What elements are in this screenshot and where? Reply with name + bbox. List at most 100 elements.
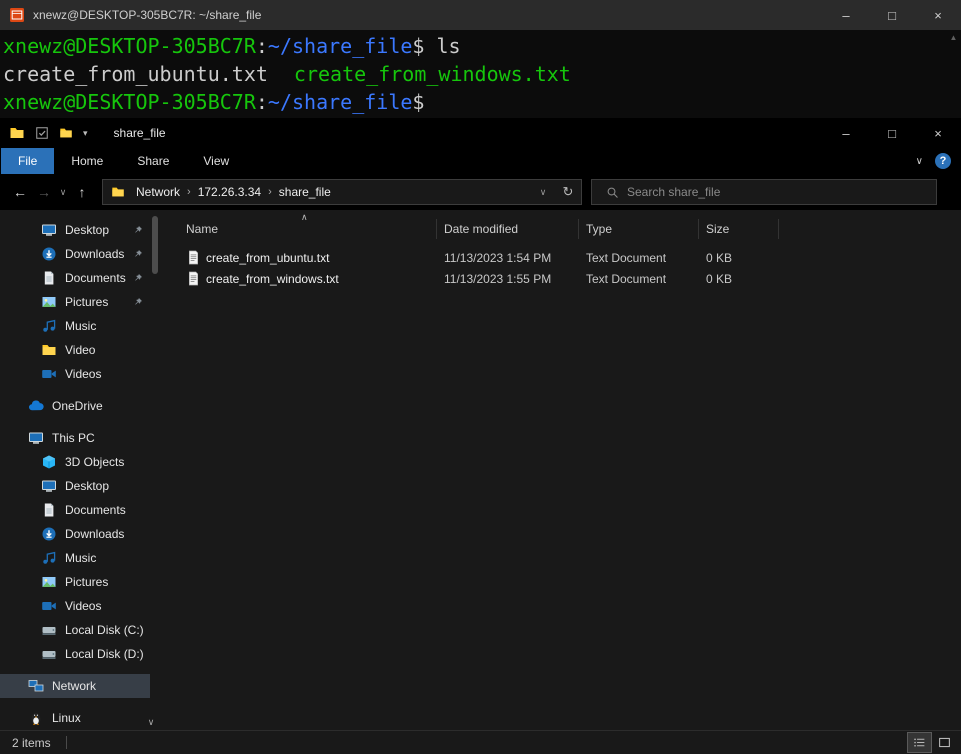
prompt-user-host: xnewz@DESKTOP-305BC7R bbox=[3, 34, 256, 58]
sidebar-item-music[interactable]: Music bbox=[0, 546, 150, 570]
breadcrumb-host[interactable]: 172.26.3.34 bbox=[191, 185, 268, 199]
view-toggle-buttons bbox=[907, 732, 956, 753]
file-row-create-from-windows[interactable]: create_from_windows.txt 11/13/2023 1:55 … bbox=[161, 268, 961, 289]
column-header-size[interactable]: Size bbox=[699, 219, 779, 239]
navigation-pane: Desktop Downloads Documents Pictures Mus… bbox=[0, 210, 150, 730]
hard-drive-icon bbox=[41, 646, 57, 662]
address-dropdown-icon[interactable]: ∨ bbox=[531, 187, 555, 198]
music-note-icon bbox=[41, 550, 57, 566]
sidebar-item-pictures[interactable]: Pictures bbox=[0, 570, 150, 594]
sidebar-item-label: Music bbox=[65, 319, 97, 333]
back-button[interactable]: ← bbox=[8, 184, 32, 200]
qat-properties-icon[interactable] bbox=[35, 126, 49, 140]
qat-new-folder-icon[interactable] bbox=[59, 126, 73, 140]
explorer-titlebar[interactable]: ▾ share_file – □ × bbox=[0, 118, 961, 148]
explorer-maximize-button[interactable]: □ bbox=[869, 118, 915, 148]
desktop: xnewz@DESKTOP-305BC7R: ~/share_file – □ … bbox=[0, 0, 961, 754]
details-view-button[interactable] bbox=[907, 732, 932, 753]
sidebar-item-label: Videos bbox=[65, 367, 102, 381]
ribbon-expand-icon[interactable]: ∨ bbox=[916, 156, 923, 167]
terminal-minimize-button[interactable]: – bbox=[823, 0, 869, 30]
file-date-modified: 11/13/2023 1:54 PM bbox=[444, 250, 552, 265]
sidebar-item-label: Pictures bbox=[65, 575, 109, 589]
sidebar-item-label: Video bbox=[65, 343, 96, 357]
search-box[interactable] bbox=[591, 179, 937, 205]
sidebar-item-videos-qa[interactable]: Videos bbox=[0, 362, 150, 386]
address-bar[interactable]: Network › 172.26.3.34 › share_file ∨ ↻ bbox=[102, 179, 582, 205]
quick-access-toolbar: ▾ bbox=[35, 126, 88, 140]
terminal-titlebar[interactable]: xnewz@DESKTOP-305BC7R: ~/share_file – □ … bbox=[0, 0, 961, 30]
status-bar: 2 items bbox=[0, 730, 961, 754]
tab-view[interactable]: View bbox=[186, 148, 246, 174]
sidebar-item-desktop-qa[interactable]: Desktop bbox=[0, 218, 150, 242]
search-input[interactable] bbox=[627, 185, 930, 199]
sidebar-item-label: Downloads bbox=[65, 527, 125, 541]
sidebar-item-videos[interactable]: Videos bbox=[0, 594, 150, 618]
terminal-close-button[interactable]: × bbox=[915, 0, 961, 30]
output-file-1: create_from_ubuntu.txt bbox=[3, 62, 268, 86]
column-header-name[interactable]: Name bbox=[186, 219, 437, 239]
sidebar-item-linux[interactable]: Linux bbox=[0, 706, 150, 730]
sidebar-scrollbar-thumb[interactable] bbox=[152, 216, 158, 274]
pin-icon bbox=[133, 273, 143, 283]
history-dropdown-icon[interactable]: ∨ bbox=[56, 187, 70, 198]
navigation-bar: ← → ∨ ↑ Network › 172.26.3.34 › share_fi… bbox=[0, 174, 961, 210]
column-header-date-modified[interactable]: Date modified bbox=[437, 219, 579, 239]
sidebar-item-downloads-qa[interactable]: Downloads bbox=[0, 242, 150, 266]
pin-icon bbox=[133, 297, 143, 307]
tab-share[interactable]: Share bbox=[120, 148, 186, 174]
tab-home[interactable]: Home bbox=[54, 148, 120, 174]
sidebar-item-onedrive[interactable]: OneDrive bbox=[0, 394, 150, 418]
prompt-colon: : bbox=[255, 34, 268, 58]
sidebar-item-network[interactable]: Network bbox=[0, 674, 150, 698]
explorer-close-button[interactable]: × bbox=[915, 118, 961, 148]
sidebar-scroll-down-icon[interactable]: ∨ bbox=[144, 717, 158, 728]
sidebar-item-label: Documents bbox=[65, 271, 126, 285]
large-icons-view-button[interactable] bbox=[933, 733, 956, 752]
column-header-type[interactable]: Type bbox=[579, 219, 699, 239]
file-rows: create_from_ubuntu.txt 11/13/2023 1:54 P… bbox=[161, 247, 961, 289]
sidebar-item-downloads[interactable]: Downloads bbox=[0, 522, 150, 546]
up-button[interactable]: ↑ bbox=[70, 184, 94, 200]
monitor-icon bbox=[41, 222, 57, 238]
sidebar-item-3d-objects[interactable]: 3D Objects bbox=[0, 450, 150, 474]
sidebar-item-label: Music bbox=[65, 551, 97, 565]
hard-drive-icon bbox=[41, 622, 57, 638]
output-file-2: create_from_windows.txt bbox=[293, 62, 571, 86]
sidebar-item-pictures-qa[interactable]: Pictures bbox=[0, 290, 150, 314]
terminal-maximize-button[interactable]: □ bbox=[869, 0, 915, 30]
file-date-modified: 11/13/2023 1:55 PM bbox=[444, 271, 552, 286]
sort-ascending-icon[interactable]: ∧ bbox=[301, 212, 308, 223]
file-list-area[interactable]: ∧ Name Date modified Type Size create_fr… bbox=[161, 210, 961, 730]
sidebar-item-music-qa[interactable]: Music bbox=[0, 314, 150, 338]
forward-button[interactable]: → bbox=[32, 184, 56, 200]
breadcrumb-folder[interactable]: share_file bbox=[272, 185, 338, 199]
file-name: create_from_ubuntu.txt bbox=[206, 250, 330, 265]
breadcrumb-network[interactable]: Network bbox=[129, 185, 187, 199]
refresh-icon[interactable]: ↻ bbox=[555, 184, 581, 200]
sidebar-item-local-disk-d[interactable]: Local Disk (D:) bbox=[0, 642, 150, 666]
computer-icon bbox=[28, 430, 44, 446]
sidebar-scrollbar[interactable] bbox=[150, 210, 160, 730]
sidebar-item-this-pc[interactable]: This PC bbox=[0, 426, 150, 450]
sidebar-item-desktop[interactable]: Desktop bbox=[0, 474, 150, 498]
help-icon[interactable]: ? bbox=[935, 153, 951, 169]
scroll-up-icon[interactable]: ▲ bbox=[950, 33, 958, 42]
explorer-minimize-button[interactable]: – bbox=[823, 118, 869, 148]
sidebar-item-local-disk-c[interactable]: Local Disk (C:) bbox=[0, 618, 150, 642]
download-icon bbox=[41, 526, 57, 542]
sidebar-item-video-qa[interactable]: Video bbox=[0, 338, 150, 362]
sidebar-item-label: Documents bbox=[65, 503, 126, 517]
column-header-row: ∧ Name Date modified Type Size bbox=[161, 212, 961, 242]
terminal-scrollbar[interactable]: ▲ bbox=[946, 32, 961, 118]
tab-file[interactable]: File bbox=[1, 148, 55, 174]
terminal-app-icon bbox=[9, 7, 25, 23]
sidebar-item-label: Videos bbox=[65, 599, 102, 613]
qat-dropdown-icon[interactable]: ▾ bbox=[83, 128, 88, 139]
address-folder-icon bbox=[111, 185, 125, 199]
sidebar-item-documents[interactable]: Documents bbox=[0, 498, 150, 522]
terminal-output-area[interactable]: xnewz@DESKTOP-305BC7R:~/share_file$ ls cr… bbox=[0, 30, 961, 118]
file-row-create-from-ubuntu[interactable]: create_from_ubuntu.txt 11/13/2023 1:54 P… bbox=[161, 247, 961, 268]
sidebar-item-documents-qa[interactable]: Documents bbox=[0, 266, 150, 290]
